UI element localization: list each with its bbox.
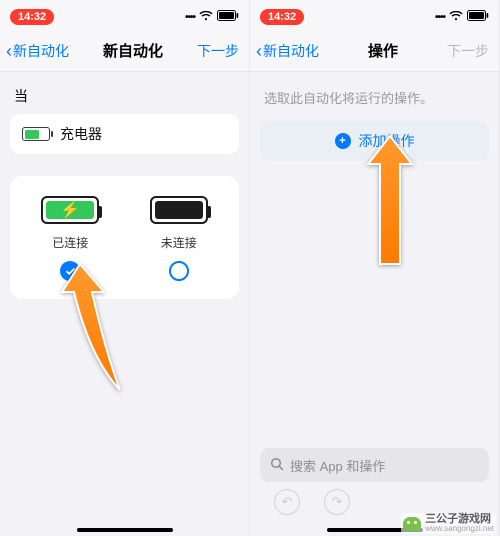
charger-label: 充电器	[60, 124, 102, 144]
redo-icon[interactable]: ↷	[324, 489, 350, 515]
choice-label: 未连接	[161, 234, 197, 251]
search-input[interactable]: 搜索 App 和操作	[260, 448, 489, 482]
battery-full-icon	[150, 196, 208, 224]
status-icons: ••••	[435, 10, 489, 24]
plus-icon: +	[335, 133, 351, 149]
status-bar: 14:32 ••••	[0, 0, 249, 30]
trigger-card[interactable]: 充电器	[10, 114, 239, 154]
watermark-logo-icon	[403, 517, 421, 531]
choice-connected[interactable]: ⚡ 已连接	[16, 196, 125, 281]
when-label: 当	[14, 86, 237, 106]
battery-icon	[467, 10, 489, 24]
radio-selected[interactable]	[60, 261, 80, 281]
back-label: 新自动化	[263, 41, 319, 61]
recording-time-pill: 14:32	[10, 9, 54, 25]
back-button[interactable]: ‹ 新自动化	[6, 41, 69, 61]
choice-label: 已连接	[52, 234, 88, 251]
recording-time-pill: 14:32	[260, 9, 304, 25]
left-screen: 14:32 •••• ‹ 新自动化 新自动化 下一步 当	[0, 0, 250, 536]
wifi-icon	[449, 11, 463, 24]
nav-bar: ‹ 新自动化 新自动化 下一步	[0, 30, 249, 72]
search-placeholder: 搜索 App 和操作	[290, 456, 385, 475]
radio-unselected[interactable]	[169, 261, 189, 281]
signal-icon: ••••	[185, 12, 195, 23]
charger-icon	[22, 127, 50, 141]
choice-disconnected[interactable]: 未连接	[125, 196, 234, 281]
home-indicator	[77, 528, 173, 532]
nav-bar: ‹ 新自动化 操作 下一步	[250, 30, 499, 72]
chevron-left-icon: ‹	[256, 42, 262, 60]
hint-text: 选取此自动化将运行的操作。	[264, 88, 485, 107]
wifi-icon	[199, 11, 213, 24]
battery-icon	[217, 10, 239, 24]
search-icon	[270, 457, 284, 474]
status-bar: 14:32 ••••	[250, 0, 499, 30]
add-action-button[interactable]: + 添加操作	[260, 121, 489, 161]
back-button[interactable]: ‹ 新自动化	[256, 41, 319, 61]
next-button[interactable]: 下一步	[197, 41, 243, 61]
watermark: 三公子游戏网 www.sangongzi.net	[401, 513, 496, 534]
status-icons: ••••	[185, 10, 239, 24]
battery-charging-icon: ⚡	[41, 196, 99, 224]
choice-card: ⚡ 已连接 未连接	[10, 176, 239, 299]
page-title: 操作	[368, 40, 398, 61]
back-label: 新自动化	[13, 41, 69, 61]
page-title: 新自动化	[103, 40, 163, 61]
right-screen: 14:32 •••• ‹ 新自动化 操作 下一步 选取此自动化将运行的操作。	[250, 0, 500, 536]
next-button[interactable]: 下一步	[447, 41, 493, 61]
signal-icon: ••••	[435, 12, 445, 23]
undo-icon[interactable]: ↶	[274, 489, 300, 515]
chevron-left-icon: ‹	[6, 42, 12, 60]
add-action-label: 添加操作	[359, 131, 415, 151]
watermark-url: www.sangongzi.net	[425, 525, 494, 533]
